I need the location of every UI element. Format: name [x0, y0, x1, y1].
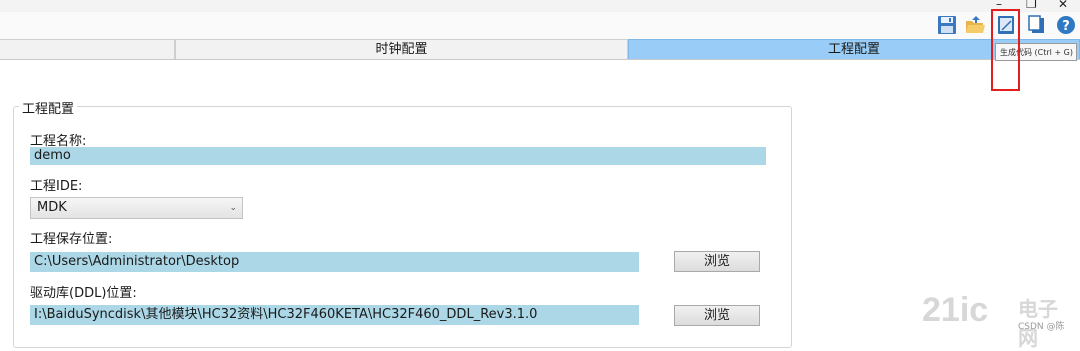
tab-blank[interactable]	[0, 39, 175, 59]
ddl-path-label: 驱动库(DDL)位置:	[30, 286, 137, 301]
chevron-down-icon: ⌄	[229, 203, 237, 213]
toolbar	[0, 12, 1080, 40]
close-button[interactable]: ✕	[1058, 0, 1068, 11]
ide-select[interactable]: MDK ⌄	[30, 197, 243, 219]
watermark-logo: 21ic	[922, 291, 989, 329]
tab-bar: 时钟配置 工程配置	[0, 39, 1080, 60]
ddl-path-input[interactable]: I:\BaiduSyncdisk\其他模块\HC32资料\HC32F460KET…	[30, 305, 639, 325]
help-icon[interactable]: ?	[1055, 14, 1077, 36]
watermark: 21ic 电子网 CSDN @陈	[922, 291, 1077, 350]
svg-text:?: ?	[1062, 19, 1070, 34]
save-path-label: 工程保存位置:	[30, 232, 113, 247]
highlight-box	[991, 9, 1020, 91]
save-path-input[interactable]: C:\Users\Administrator\Desktop	[30, 252, 639, 272]
browse-save-path-button[interactable]: 浏览	[674, 251, 760, 272]
group-title: 工程配置	[19, 98, 78, 117]
watermark-sub: CSDN @陈	[1018, 322, 1065, 332]
project-name-input[interactable]: demo	[30, 147, 766, 165]
ide-select-value: MDK	[37, 200, 67, 215]
title-bar	[0, 0, 1080, 12]
browse-ddl-path-button[interactable]: 浏览	[674, 305, 760, 326]
project-ide-label: 工程IDE:	[30, 179, 83, 194]
save-icon[interactable]	[936, 14, 958, 36]
copy-icon[interactable]	[1026, 14, 1048, 36]
tab-clock-config[interactable]: 时钟配置	[175, 39, 628, 59]
open-folder-icon[interactable]	[964, 14, 986, 36]
restore-button[interactable]: ❐	[1026, 0, 1037, 11]
